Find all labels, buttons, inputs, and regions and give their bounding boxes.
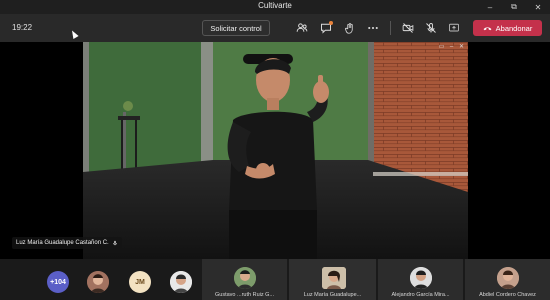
hang-up-icon — [483, 26, 492, 30]
participant-tile[interactable]: Gustavo ...ruth Ruiz G... — [201, 259, 287, 300]
video-close-icon[interactable]: ✕ — [457, 44, 466, 51]
mic-off-icon[interactable] — [423, 20, 439, 36]
request-control-button[interactable]: Solicitar control — [202, 20, 270, 36]
participant-name: Abdiel Cordero Chavez — [479, 292, 536, 298]
video-frame-image — [83, 42, 468, 259]
minimize-icon[interactable]: – — [478, 0, 502, 14]
close-icon[interactable]: ✕ — [526, 0, 550, 14]
meeting-stage: ▭ – ✕ Luz María Guadalupe Castañon C. — [0, 42, 550, 259]
speaker-name-tag: Luz María Guadalupe Castañon C. — [12, 237, 122, 249]
participant-avatar — [233, 267, 256, 289]
speaker-name: Luz María Guadalupe Castañon C. — [16, 240, 109, 246]
more-options-icon[interactable] — [365, 20, 381, 36]
mic-icon — [112, 240, 117, 246]
title-bar: Cultivarte – ⧉ ✕ — [0, 0, 550, 14]
participant-video-thumbnail — [321, 267, 346, 289]
participant-avatar — [496, 267, 519, 289]
meeting-toolbar: 19:22 — [0, 14, 550, 42]
participant-avatar — [170, 271, 192, 293]
camera-off-icon[interactable] — [400, 20, 416, 36]
video-popout-icon[interactable]: ▭ — [437, 44, 446, 51]
participant-tile[interactable]: Abdiel Cordero Chavez — [464, 259, 550, 300]
participant-avatar — [87, 271, 109, 293]
leave-button[interactable]: Abandonar — [473, 20, 542, 36]
raise-hand-icon[interactable] — [342, 20, 358, 36]
participants-icon[interactable] — [294, 20, 310, 36]
participant-tile[interactable]: Alejandro García Mira... — [377, 259, 463, 300]
chat-icon[interactable] — [318, 20, 334, 36]
participant-name: Alejandro García Mira... — [391, 292, 450, 298]
main-video-feed: ▭ – ✕ — [83, 42, 468, 259]
participant-name: Luz María Guadalupe... — [303, 292, 362, 298]
meeting-timer: 19:22 — [12, 23, 33, 32]
participant-name: Gustavo ...ruth Ruiz G... — [215, 292, 274, 298]
notification-dot — [329, 21, 333, 25]
participant-avatar — [409, 267, 432, 289]
restore-icon[interactable]: ⧉ — [502, 0, 526, 14]
leave-label: Abandonar — [495, 23, 533, 33]
toolbar-divider — [390, 21, 391, 35]
video-minimize-icon[interactable]: – — [447, 44, 456, 51]
participant-tile[interactable]: Luz María Guadalupe... — [288, 259, 376, 300]
more-participants-badge[interactable]: +104 — [47, 271, 69, 293]
participant-initials-avatar: JM — [129, 271, 151, 293]
window-title: Cultivarte — [258, 1, 292, 10]
share-screen-icon[interactable] — [446, 20, 462, 36]
participant-strip: +104 JM Gustavo ...ruth Ruiz G... Luz Ma… — [0, 259, 550, 300]
